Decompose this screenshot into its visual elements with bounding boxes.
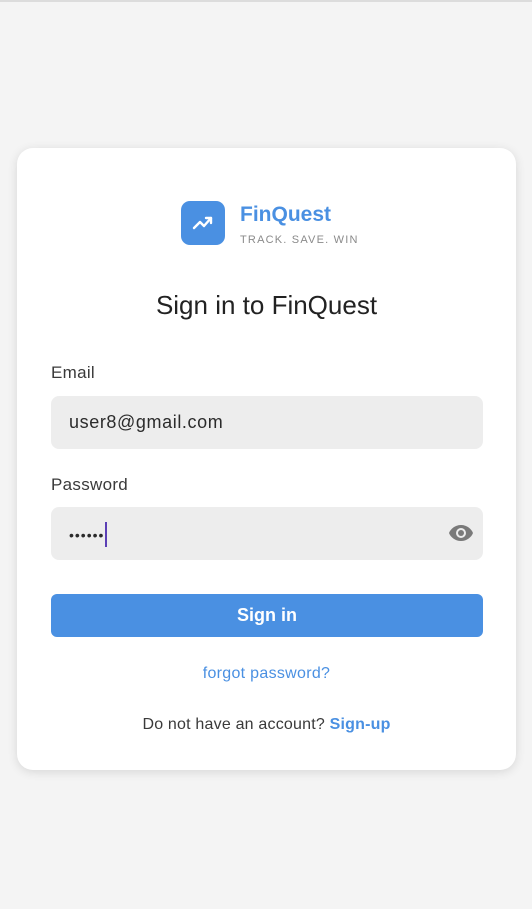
email-field[interactable]: user8@gmail.com [51,396,483,449]
email-value: user8@gmail.com [69,412,224,432]
password-value-wrap: •••••• [69,522,108,547]
forgot-password-link[interactable]: forgot password? [17,665,516,683]
password-value: •••••• [69,526,105,543]
trending-up-icon [181,201,225,245]
password-field[interactable]: •••••• [51,507,483,560]
page-title: Sign in to FinQuest [155,290,378,320]
email-label: Email [51,363,96,382]
sign-in-button[interactable]: Sign in [51,594,483,637]
no-account-text: Do not have an account? [142,716,325,733]
login-card: FinQuest TRACK. SAVE. WIN Sign in to Fin… [17,148,516,770]
eye-icon[interactable] [447,521,475,545]
brand-name: FinQuest [240,203,332,226]
top-divider [0,0,532,2]
brand-tagline: TRACK. SAVE. WIN [240,234,359,246]
sign-up-link[interactable]: Sign-up [330,716,391,733]
password-label: Password [51,475,129,494]
text-caret [105,522,108,547]
signup-prompt: Do not have an account? Sign-up [17,716,516,734]
